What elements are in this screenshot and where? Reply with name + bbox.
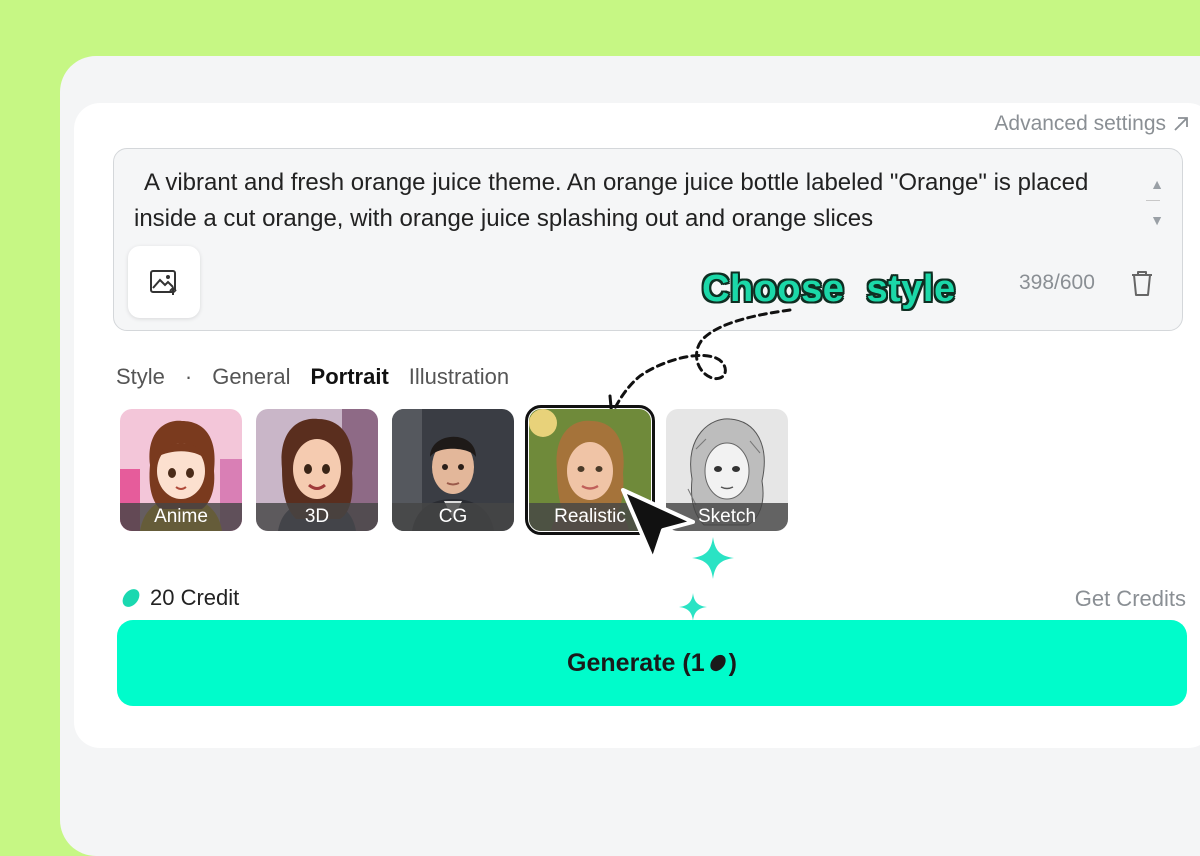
credit-balance: 20 Credit <box>120 585 239 611</box>
style-thumb-cg[interactable]: CG <box>392 409 514 531</box>
get-credits-link[interactable]: Get Credits <box>1075 586 1186 612</box>
scroll-down-icon[interactable]: ▼ <box>1146 209 1168 231</box>
prompt-textarea[interactable]: A vibrant and fresh orange juice theme. … <box>134 165 1124 241</box>
generate-label-end: ) <box>728 648 737 677</box>
thumb-caption: Anime <box>120 503 242 531</box>
style-separator: · <box>184 364 193 389</box>
character-counter: 398/600 <box>1019 271 1095 294</box>
generate-label: Generate (1 <box>567 648 705 677</box>
bean-icon <box>122 589 140 607</box>
scroll-up-icon[interactable]: ▲ <box>1146 173 1168 195</box>
scroll-divider <box>1146 200 1160 201</box>
advanced-settings-link[interactable]: Advanced settings <box>994 112 1190 136</box>
bean-icon <box>709 654 726 672</box>
upload-image-button[interactable] <box>128 246 200 318</box>
trash-icon[interactable] <box>1129 268 1155 298</box>
image-upload-icon <box>150 270 177 295</box>
sparkle-icon <box>692 537 734 579</box>
style-thumb-anime[interactable]: Anime <box>120 409 242 531</box>
arrow-up-right-icon <box>1174 117 1188 131</box>
thumb-caption: CG <box>392 503 514 531</box>
tab-general[interactable]: General <box>212 364 290 390</box>
thumb-caption: 3D <box>256 503 378 531</box>
style-label: Style <box>116 364 165 389</box>
style-tabs: Style · General Portrait Illustration <box>116 364 529 390</box>
style-thumb-3d[interactable]: 3D <box>256 409 378 531</box>
generate-button[interactable]: Generate (1 ) <box>117 620 1187 706</box>
advanced-settings-label: Advanced settings <box>994 112 1166 135</box>
credit-balance-label: 20 Credit <box>150 585 240 610</box>
tab-portrait[interactable]: Portrait <box>311 364 389 390</box>
tab-illustration[interactable]: Illustration <box>409 364 509 390</box>
sparkle-small-icon <box>679 593 707 621</box>
